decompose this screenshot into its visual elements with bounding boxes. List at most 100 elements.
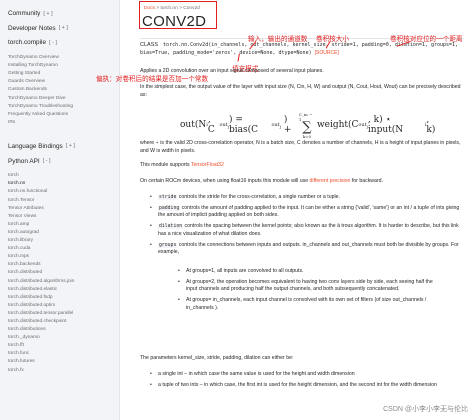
annotation-in-out: 输入，输出的通道数: [248, 35, 308, 43]
compile-items: TorchDynamo Overview Installing TorchDyn…: [8, 54, 119, 127]
sum-bottom: k=0: [302, 133, 312, 139]
list-item: padding controls the amount of padding a…: [150, 205, 466, 220]
formula-part: , k) ⋆ input(N: [367, 115, 404, 135]
summation: C_in − 1 ∑ k=0: [299, 112, 315, 139]
sidebar-section-developer-notes[interactable]: Developer Notes [ + ]: [8, 25, 119, 33]
list-item: a tuple of two ints – in which case, the…: [150, 382, 466, 390]
annotation-arrow: [237, 53, 240, 62]
class-signature: CLASS torch.nn.Conv2d(in_channels, out_ch…: [140, 42, 464, 57]
sidebar-item[interactable]: Tensor Attributes: [8, 205, 119, 213]
different-precision-link[interactable]: different precision: [310, 178, 351, 184]
sidebar-item[interactable]: torch.distributed.tensor.parallel: [8, 310, 119, 318]
param-code: dilation: [158, 224, 184, 230]
sidebar-item[interactable]: torch.func: [8, 350, 119, 358]
class-label: CLASS: [140, 42, 159, 48]
sidebar-section-label: torch.compile: [8, 39, 47, 47]
sidebar-section-community[interactable]: Community [ + ]: [8, 10, 119, 18]
sidebar-item[interactable]: torch.distributed.elastic: [8, 286, 119, 294]
sidebar-item[interactable]: torch.distributions: [8, 326, 119, 334]
param-code: groups: [158, 242, 178, 248]
sidebar-item[interactable]: torch.distributed: [8, 269, 119, 277]
list-item: At groups=2, the operation becomes equiv…: [178, 279, 438, 294]
sidebar-item[interactable]: torch.backends: [8, 261, 119, 269]
sidebar-item[interactable]: torch.library: [8, 237, 119, 245]
sidebar-item[interactable]: Tensor Views: [8, 213, 119, 221]
expand-toggle[interactable]: [ + ]: [59, 25, 68, 32]
sidebar-item[interactable]: torch.distributed.optim: [8, 302, 119, 310]
text-span: This module supports: [140, 162, 191, 168]
list-item: a single int – in which case the same va…: [150, 371, 466, 379]
api-items: torch torch.nn torch.nn.functional torch…: [8, 172, 119, 374]
expand-toggle[interactable]: [ + ]: [66, 143, 75, 150]
param-desc: controls the amount of padding applied t…: [158, 204, 460, 219]
description-paragraph: In the simplest case, the output value o…: [140, 84, 466, 99]
sidebar-item[interactable]: torch: [8, 172, 119, 180]
annotation-kernel: 卷积核大小: [316, 35, 349, 43]
list-item: groups controls the connections between …: [150, 242, 466, 257]
groups-list: At groups=1, all inputs are convolved to…: [178, 268, 438, 313]
rocm-paragraph: On certain ROCm devices, when using floa…: [140, 178, 466, 186]
formula-part: weight(C: [316, 120, 359, 130]
sidebar-item-active[interactable]: torch.nn: [8, 180, 119, 188]
collapse-toggle[interactable]: [ - ]: [43, 158, 51, 165]
text-span: in, H, W) and output (N, C: [300, 84, 361, 90]
sidebar-item[interactable]: torch.cuda: [8, 245, 119, 253]
signature-text: torch.nn.Conv2d(in_channels, out_channel…: [140, 42, 459, 56]
param-code: padding: [158, 205, 181, 211]
list-item: At groups=1, all inputs are convolved to…: [178, 268, 438, 276]
list-item: stride controls the stride for the cross…: [150, 194, 466, 202]
param-desc: controls the spacing between the kernel …: [158, 223, 459, 237]
formula-part: , C: [207, 115, 215, 135]
sidebar-item[interactable]: torch.distributed.checkpoint: [8, 318, 119, 326]
text-span: In the simplest case, the output value o…: [140, 84, 301, 90]
text-span: On certain ROCm devices, when using floa…: [140, 178, 310, 184]
sidebar-item[interactable]: Frequently Asked Questions: [8, 111, 119, 119]
highlight-box: [139, 1, 217, 29]
sidebar-section-label: Language Bindings: [8, 142, 63, 150]
sidebar-item[interactable]: IRs: [8, 119, 119, 127]
sidebar-item[interactable]: Custom Backends: [8, 86, 119, 94]
param-desc: controls the connections between inputs …: [158, 241, 459, 256]
sidebar-section-language-bindings[interactable]: Language Bindings [ + ]: [8, 143, 119, 151]
watermark: CSDN @小李小李无与伦比: [383, 406, 468, 413]
tensorfloat32-link[interactable]: TensorFloat32: [191, 162, 224, 168]
formula-part: , k): [426, 115, 436, 135]
sidebar-item[interactable]: torch.amp: [8, 221, 119, 229]
sidebar-section-label: Community: [8, 10, 41, 17]
parameters-paragraph: The parameters kernel_size, stride, padd…: [140, 355, 294, 361]
collapse-toggle[interactable]: [ - ]: [49, 40, 57, 47]
sidebar-item[interactable]: torch.fx: [8, 367, 119, 375]
sidebar-item[interactable]: torch.mps: [8, 253, 119, 261]
sidebar-item[interactable]: torch.distributed.fsdp: [8, 294, 119, 302]
list-item: dilation controls the spacing between th…: [150, 223, 466, 238]
source-link[interactable]: [SOURCE]: [315, 50, 339, 56]
expand-toggle[interactable]: [ + ]: [43, 11, 52, 18]
list-item: At groups= in_channels, each input chann…: [178, 297, 438, 312]
formula: out(N i, Coutj) = bias(C outj ) + C_in − 1…: [180, 106, 440, 144]
sidebar-item[interactable]: torch.futures: [8, 358, 119, 366]
sidebar-section-python-api[interactable]: Python API [ - ]: [8, 158, 119, 166]
formula-part: ) = bias(C: [229, 115, 259, 135]
sidebar-item[interactable]: TorchDynamo Troubleshooting: [8, 103, 119, 111]
formula-part: out(N: [180, 120, 207, 130]
formula-part: ) +: [283, 115, 292, 135]
param-desc: controls the stride for the cross-correl…: [177, 194, 340, 200]
sidebar-item[interactable]: TorchDynamo Overview: [8, 54, 119, 62]
intro-text: Applies a 2D convolution over an input s…: [140, 68, 324, 74]
operator-paragraph: where ⋆ is the valid 2D cross-correlatio…: [140, 140, 461, 154]
sidebar-item[interactable]: torch.nn.functional: [8, 188, 119, 196]
sidebar-item[interactable]: TorchDynamo Deeper Dive: [8, 95, 119, 103]
sidebar-section-torch-compile[interactable]: torch.compile [ - ]: [8, 39, 119, 47]
tf32-paragraph: This module supports TensorFloat32: [140, 162, 466, 170]
parameter-forms-list: a single int – in which case the same va…: [150, 371, 466, 389]
sidebar-item[interactable]: Installing TorchDynamo: [8, 62, 119, 70]
sidebar-section-label: Python API: [8, 157, 40, 165]
sidebar-item[interactable]: torch.distributed.algorithms.join: [8, 278, 119, 286]
sidebar-item[interactable]: torch.Tensor: [8, 197, 119, 205]
sidebar-item[interactable]: torch._dynamo: [8, 334, 119, 342]
text-span: for backward.: [350, 178, 383, 184]
param-code: stride: [158, 195, 178, 200]
sidebar-item[interactable]: torch.autograd: [8, 229, 119, 237]
sidebar-item[interactable]: torch.fft: [8, 342, 119, 350]
parameter-list: stride controls the stride for the cross…: [150, 194, 466, 257]
